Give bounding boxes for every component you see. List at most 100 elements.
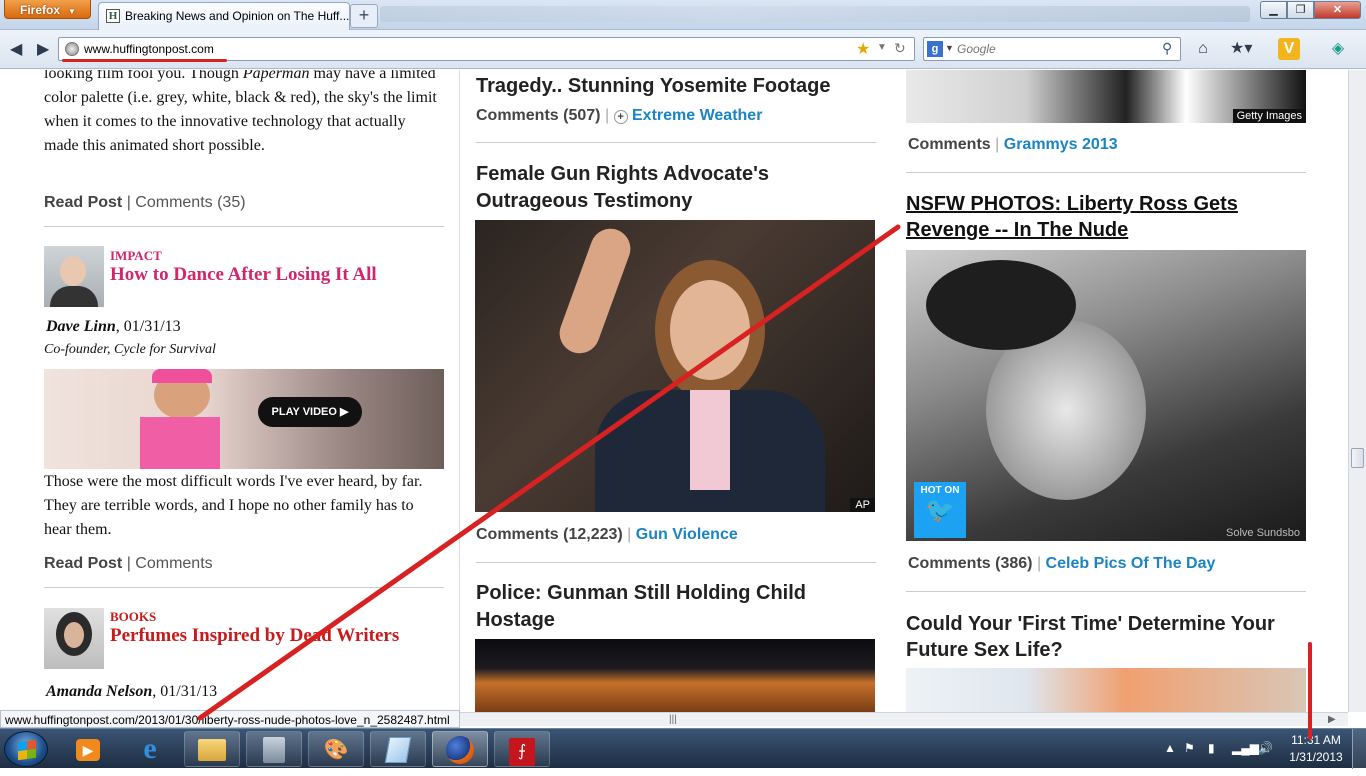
start-button[interactable] (4, 731, 48, 767)
category-label[interactable]: BOOKS (110, 609, 156, 625)
close-button[interactable]: ✕ (1314, 1, 1361, 19)
notepad-icon[interactable] (370, 731, 426, 767)
url-bar[interactable]: www.huffingtonpost.com ★ ▼ ↻ (58, 37, 915, 61)
excerpt-italic: Paperman (242, 70, 310, 82)
search-engine-dropdown-icon[interactable]: ▼ (945, 43, 954, 53)
internet-explorer-icon[interactable]: e (122, 731, 178, 767)
author-byline: Dave Linn, 01/31/13 (46, 318, 181, 336)
home-icon[interactable]: ⌂ (1192, 38, 1214, 60)
comments-link[interactable]: Comments (35) (135, 194, 245, 211)
magnifier-icon[interactable]: ⚲ (1162, 40, 1172, 57)
bookmark-star-icon[interactable]: ★ (856, 39, 870, 59)
play-video-button[interactable]: PLAY VIDEO ▶ (258, 397, 362, 427)
blog-post-title[interactable]: How to Dance After Losing It All (110, 264, 444, 286)
google-search-icon[interactable]: g (927, 41, 943, 57)
hot-on-twitter-badge[interactable]: HOT ON 🐦 (914, 482, 966, 538)
comments-link[interactable]: Comments (908, 136, 991, 153)
tab-title: Breaking News and Opinion on The Huff... (125, 9, 350, 23)
topic-tag[interactable]: Extreme Weather (632, 107, 762, 124)
comments-link[interactable]: Comments (135, 555, 212, 572)
url-text: www.huffingtonpost.com (84, 42, 214, 56)
post-date: , 01/31/13 (115, 318, 181, 335)
topic-tag[interactable]: Gun Violence (636, 526, 738, 543)
firefox-menu-button[interactable]: Firefox ▼ (4, 0, 91, 19)
story-photo[interactable]: AP (475, 220, 875, 512)
adobe-reader-icon[interactable]: ⨍ (494, 731, 550, 767)
clock-time[interactable]: 11:31 AM (1282, 733, 1350, 747)
column-divider (459, 70, 460, 712)
scrollbar-thumb[interactable] (1351, 448, 1364, 468)
media-player-icon[interactable]: ▶ (60, 731, 116, 767)
file-cabinet-icon[interactable] (246, 731, 302, 767)
search-bar[interactable]: g ▼ Google ⚲ (923, 37, 1181, 61)
firefox-taskbar-icon[interactable] (432, 731, 488, 767)
play-icon: ▶ (340, 406, 349, 418)
story-title[interactable]: Could Your 'First Time' Determine Your F… (906, 611, 1306, 663)
extension-diamond-icon[interactable]: ◈ (1327, 38, 1349, 60)
url-dropdown-icon[interactable]: ▼ (877, 42, 887, 53)
post-excerpt: Those were the most difficult words I've… (44, 473, 423, 538)
forward-arrow-icon[interactable]: ▶ (37, 39, 49, 59)
photo-credit: Getty Images (1232, 109, 1306, 123)
huffpost-favicon-icon: H (106, 9, 120, 23)
excerpt-text: looking film fool you. Though (44, 70, 243, 82)
scroll-grip-icon[interactable]: ||| (669, 714, 677, 725)
reload-icon[interactable]: ↻ (894, 40, 906, 57)
story-title[interactable]: Tragedy.. Stunning Yosemite Footage (476, 73, 876, 100)
divider (476, 142, 876, 143)
video-thumbnail[interactable]: PLAY VIDEO ▶ (44, 369, 444, 469)
author-avatar[interactable] (44, 608, 104, 669)
show-desktop-button[interactable] (1352, 729, 1366, 769)
browser-tab[interactable]: H Breaking News and Opinion on The Huff.… (98, 2, 350, 30)
scroll-right-arrow-icon[interactable]: ▶ (1328, 714, 1336, 725)
horizontal-scrollbar[interactable]: ||| ▶ (460, 712, 1348, 726)
back-arrow-icon[interactable]: ◀ (10, 39, 22, 59)
story-meta: Comments (12,223) | Gun Violence (476, 526, 738, 543)
action-center-flag-icon[interactable]: ⚑ (1184, 741, 1195, 755)
author-avatar[interactable] (44, 246, 104, 307)
story-photo[interactable] (475, 639, 875, 712)
network-signal-icon[interactable]: ▂▄▆ (1232, 741, 1259, 755)
clock-date[interactable]: 1/31/2013 (1282, 750, 1350, 764)
paint-palette-icon[interactable]: 🎨 (308, 731, 364, 767)
windows-taskbar: ▶ e 🎨 ⨍ ▲ ⚑ ▮ ▂▄▆ 🔊 11:31 AM 1/31/2013 (0, 728, 1366, 769)
divider (44, 226, 444, 227)
topic-tag[interactable]: Grammys 2013 (1004, 136, 1118, 153)
blurred-tab-strip (380, 6, 1250, 22)
post-footer: Read Post | Comments (35) (44, 194, 246, 211)
post-footer: Read Post | Comments (44, 555, 213, 572)
story-title[interactable]: Police: Gunman Still Holding Child Hosta… (476, 580, 876, 634)
comments-link[interactable]: Comments (386) (908, 555, 1032, 572)
topic-tag[interactable]: Celeb Pics Of The Day (1046, 555, 1216, 572)
clock-annotation-line (1308, 642, 1312, 740)
minimize-button[interactable]: ▁ (1260, 1, 1287, 19)
show-hidden-icons-icon[interactable]: ▲ (1164, 741, 1176, 755)
category-label[interactable]: IMPACT (110, 248, 162, 264)
read-post-link[interactable]: Read Post (44, 555, 122, 572)
extension-v-icon[interactable]: V (1278, 38, 1300, 60)
bookmarks-menu-icon[interactable]: ★▾ (1230, 38, 1252, 60)
file-explorer-icon[interactable] (184, 731, 240, 767)
excerpt-text-continued: may have a limited color palette (i.e. g… (44, 70, 437, 154)
blog-post-title[interactable]: Perfumes Inspired by Dead Writers (110, 625, 410, 647)
volume-icon[interactable]: 🔊 (1258, 741, 1273, 755)
author-name[interactable]: Dave Linn (46, 318, 116, 335)
power-icon[interactable]: ▮ (1208, 741, 1215, 755)
plus-icon[interactable]: + (613, 110, 628, 124)
story-photo[interactable] (906, 668, 1306, 712)
story-title[interactable]: Female Gun Rights Advocate's Outrageous … (476, 161, 876, 215)
story-photo[interactable]: HOT ON 🐦 Solve Sundsbo (906, 250, 1306, 541)
new-tab-button[interactable]: + (350, 4, 378, 28)
story-meta: Comments (386) | Celeb Pics Of The Day (908, 555, 1216, 572)
play-video-label: PLAY VIDEO (271, 406, 337, 418)
story-photo[interactable]: Getty Images (906, 70, 1306, 123)
page-content[interactable]: looking film fool you. Though Paperman m… (0, 70, 1348, 712)
comments-link[interactable]: Comments (507) (476, 107, 600, 124)
story-title[interactable]: NSFW PHOTOS: Liberty Ross Gets Revenge -… (906, 191, 1306, 243)
vertical-scrollbar[interactable] (1348, 70, 1366, 712)
read-post-link[interactable]: Read Post (44, 194, 122, 211)
author-name[interactable]: Amanda Nelson (46, 683, 152, 700)
comments-link[interactable]: Comments (12,223) (476, 526, 623, 543)
maximize-button[interactable]: ❐ (1287, 1, 1314, 19)
badge-label: HOT ON (920, 485, 960, 496)
